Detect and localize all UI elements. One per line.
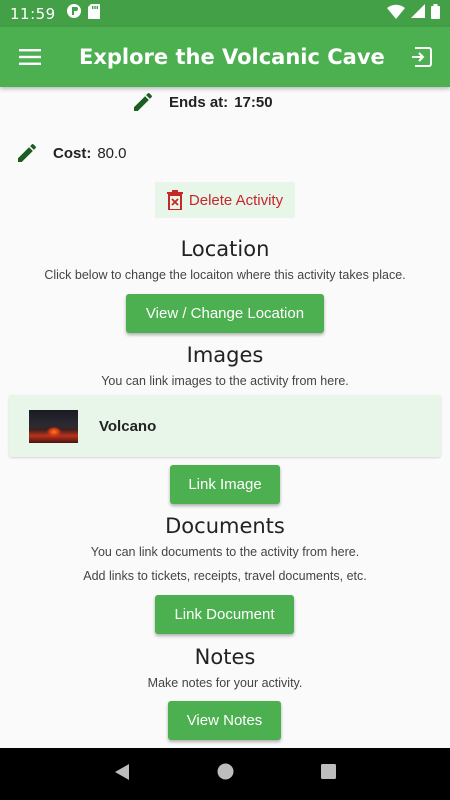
view-change-location-button[interactable]: View / Change Location — [126, 294, 324, 333]
delete-activity-button[interactable]: Delete Activity — [155, 182, 295, 218]
pencil-edit-icon[interactable] — [131, 90, 155, 114]
cell-signal-icon — [411, 4, 425, 23]
pencil-edit-icon[interactable] — [15, 141, 39, 165]
location-section-description: Click below to change the locaiton where… — [44, 268, 406, 282]
documents-section-hint: Add links to tickets, receipts, travel d… — [83, 569, 367, 583]
view-notes-button[interactable]: View Notes — [168, 701, 281, 740]
notes-section-description: Make notes for your activity. — [147, 676, 303, 690]
documents-section-title: Documents — [165, 514, 285, 538]
documents-section-description: You can link documents to the activity f… — [90, 545, 360, 559]
end-time-value: 17:50 — [234, 93, 273, 111]
cost-value: 80.0 — [97, 144, 127, 162]
status-bar: 11:59 — [0, 0, 450, 27]
sd-card-icon — [87, 3, 100, 24]
menu-button[interactable] — [0, 27, 60, 87]
recent-apps-icon[interactable] — [321, 764, 337, 784]
system-navigation-bar — [0, 748, 450, 800]
notes-section-title: Notes — [194, 645, 256, 669]
images-section-title: Images — [186, 343, 264, 367]
linked-image-name: Volcano — [99, 417, 157, 435]
exit-button[interactable] — [404, 39, 440, 75]
images-section-description: You can link images to the activity from… — [101, 374, 349, 388]
cost-label: Cost: — [53, 144, 92, 162]
link-image-button[interactable]: Link Image — [170, 465, 280, 504]
page-title: Explore the Volcanic Cave — [79, 45, 385, 69]
status-time: 11:59 — [10, 4, 56, 23]
battery-icon — [431, 3, 440, 24]
app-notification-icon — [66, 3, 82, 24]
back-icon[interactable] — [114, 763, 130, 786]
exit-to-app-icon — [412, 47, 432, 67]
hamburger-menu-icon — [19, 49, 41, 65]
volcano-thumbnail — [29, 409, 78, 443]
delete-activity-label: Delete Activity — [188, 191, 284, 209]
activity-detail-content: Ends at: 17:50 Cost: 80.0 Delete Activit… — [0, 87, 450, 748]
delete-forever-icon — [166, 190, 183, 210]
link-document-button[interactable]: Link Document — [155, 595, 294, 634]
location-section-title: Location — [180, 237, 270, 261]
app-bar: Explore the Volcanic Cave — [0, 27, 450, 87]
end-time-row[interactable]: Ends at: 17:50 — [131, 90, 279, 114]
wifi-icon — [387, 4, 405, 24]
linked-image-item[interactable]: Volcano — [9, 395, 441, 457]
cost-row[interactable]: Cost: 80.0 — [15, 141, 127, 165]
home-icon[interactable] — [217, 763, 234, 785]
end-time-label: Ends at: — [169, 93, 229, 111]
